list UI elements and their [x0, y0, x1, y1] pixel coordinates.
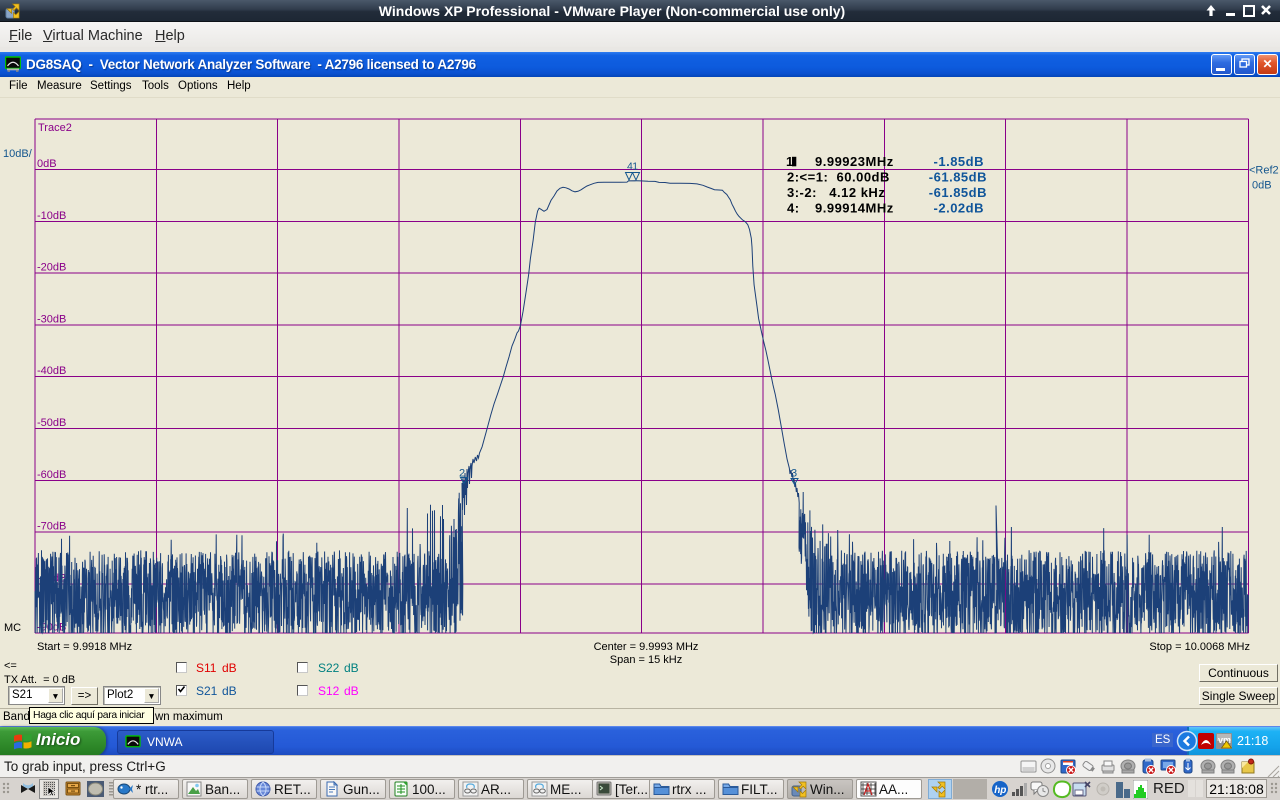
svg-text:Span = 15 kHz: Span = 15 kHz	[610, 654, 682, 666]
svg-text:-50dB: -50dB	[37, 417, 66, 429]
svg-text:<Ref2: <Ref2	[1249, 165, 1279, 177]
svg-text:MC: MC	[4, 622, 21, 634]
svg-text:9.99914MHz: 9.99914MHz	[815, 201, 894, 216]
svg-text:Stop = 10.0068 MHz: Stop = 10.0068 MHz	[1149, 641, 1250, 653]
svg-text:0dB: 0dB	[1252, 180, 1272, 192]
svg-text:Trace2: Trace2	[38, 122, 72, 134]
svg-text:2: 2	[459, 468, 465, 480]
svg-text:-40dB: -40dB	[37, 365, 66, 377]
svg-text:hp: hp	[994, 785, 1006, 796]
svg-text:4:: 4:	[787, 201, 800, 216]
svg-text:-20dB: -20dB	[37, 262, 66, 274]
svg-text:-30dB: -30dB	[37, 313, 66, 325]
svg-text:0dB: 0dB	[37, 158, 57, 170]
svg-text:Center = 9.9993 MHz: Center = 9.9993 MHz	[594, 641, 699, 653]
svg-text:3:-2: 4.12 kHz: 3:-2: 4.12 kHz	[787, 185, 885, 200]
svg-text:-1.85dB: -1.85dB	[934, 154, 984, 169]
svg-text:-2.02dB: -2.02dB	[934, 201, 984, 216]
svg-text:-60dB: -60dB	[37, 469, 66, 481]
svg-text:10dB/: 10dB/	[3, 148, 33, 160]
svg-text:3: 3	[791, 468, 797, 480]
svg-text:-61.85dB: -61.85dB	[929, 185, 987, 200]
svg-text:Start = 9.9918 MHz: Start = 9.9918 MHz	[37, 641, 132, 653]
svg-text:41: 41	[627, 161, 638, 173]
svg-text:9.99923MHz: 9.99923MHz	[815, 154, 894, 169]
svg-text:-70dB: -70dB	[37, 521, 66, 533]
svg-text:-10dB: -10dB	[37, 210, 66, 222]
svg-text:-61.85dB: -61.85dB	[929, 170, 987, 185]
svg-text:2:<=1: 60.00dB: 2:<=1: 60.00dB	[787, 170, 890, 185]
